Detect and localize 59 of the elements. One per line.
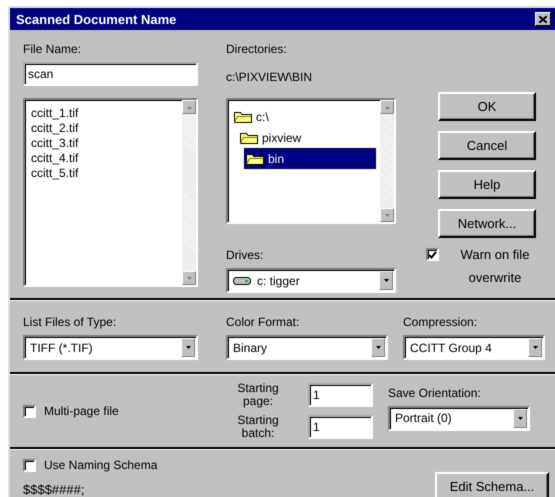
scroll-bar[interactable] — [380, 100, 394, 222]
folder-icon — [234, 110, 252, 123]
save-orientation-label: Save Orientation: — [388, 386, 482, 402]
file-list-item[interactable]: ccitt_5.tif — [29, 166, 178, 181]
starting-page-field[interactable]: 1 — [308, 383, 373, 407]
naming-schema-label: Use Naming Schema — [44, 458, 158, 472]
dropdown-arrow-icon — [384, 279, 388, 282]
check-icon — [428, 250, 437, 258]
dropdown-arrow-icon — [532, 346, 538, 349]
starting-batch-field[interactable]: 1 — [308, 415, 373, 439]
warn-checkbox[interactable] — [426, 248, 439, 261]
close-icon — [539, 16, 547, 22]
drives-dropdown[interactable]: c: tigger — [226, 268, 396, 293]
schema-pattern: $$$$####; — [23, 482, 86, 497]
color-format-dropdown[interactable]: Binary — [226, 335, 388, 360]
starting-page-label: Starting page: — [236, 382, 280, 408]
file-list-item[interactable]: ccitt_1.tif — [29, 106, 178, 121]
color-format-label: Color Format: — [226, 315, 300, 331]
multi-page-label: Multi-page file — [44, 404, 119, 418]
starting-batch-label: Starting batch: — [236, 414, 280, 440]
up-arrow-icon — [384, 106, 390, 108]
dropdown-arrow-icon — [376, 346, 380, 349]
drive-icon — [233, 276, 251, 286]
directory-list[interactable]: c:\ pixview bin — [226, 98, 396, 224]
dialog-button[interactable]: Help — [438, 170, 536, 199]
naming-schema-checkbox[interactable] — [23, 458, 36, 472]
folder-icon — [246, 152, 264, 165]
drives-label: Drives: — [226, 248, 264, 264]
file-name-label: File Name: — [23, 42, 82, 58]
file-list-item[interactable]: ccitt_4.tif — [29, 151, 178, 166]
folder-icon — [240, 131, 258, 144]
save-orientation-dropdown[interactable]: Portrait (0) — [388, 406, 530, 430]
file-list[interactable]: ccitt_1.tif ccitt_2.tif ccitt_3.tif ccitt_4.tif ccitt_5.tif — [23, 98, 198, 287]
down-arrow-icon — [384, 214, 390, 216]
file-name-field[interactable]: scan — [23, 62, 198, 86]
file-type-dropdown[interactable]: TIFF (*.TIF) — [23, 335, 198, 360]
directory-item[interactable]: c:\ — [232, 106, 376, 127]
dialog-button[interactable]: OK — [438, 92, 536, 121]
compression-dropdown[interactable]: CCITT Group 4 — [403, 335, 545, 360]
dialog-button[interactable]: Cancel — [438, 131, 536, 160]
compression-label: Compression: — [403, 315, 478, 331]
directory-item[interactable]: pixview — [238, 127, 376, 148]
down-arrow-icon — [186, 276, 192, 280]
scroll-bar[interactable] — [182, 100, 196, 285]
directories-label: Directories: — [226, 42, 288, 58]
close-button[interactable] — [535, 12, 551, 26]
multi-page-checkbox[interactable] — [23, 404, 36, 418]
file-list-item[interactable]: ccitt_3.tif — [29, 136, 178, 151]
window-title: Scanned Document Name — [16, 12, 176, 26]
file-type-label: List Files of Type: — [23, 315, 118, 331]
up-arrow-icon — [186, 106, 192, 108]
dialog-button[interactable]: Network... — [438, 209, 536, 238]
warn-label: Warn on file overwrite — [460, 246, 530, 287]
dropdown-arrow-icon — [518, 416, 522, 420]
directory-path: c:\PIXVIEW\BIN — [226, 70, 314, 86]
dropdown-arrow-icon — [186, 346, 190, 349]
directory-item[interactable]: bin — [244, 148, 376, 169]
edit-schema-button[interactable]: Edit Schema... — [435, 472, 549, 497]
file-list-item[interactable]: ccitt_2.tif — [29, 121, 178, 136]
